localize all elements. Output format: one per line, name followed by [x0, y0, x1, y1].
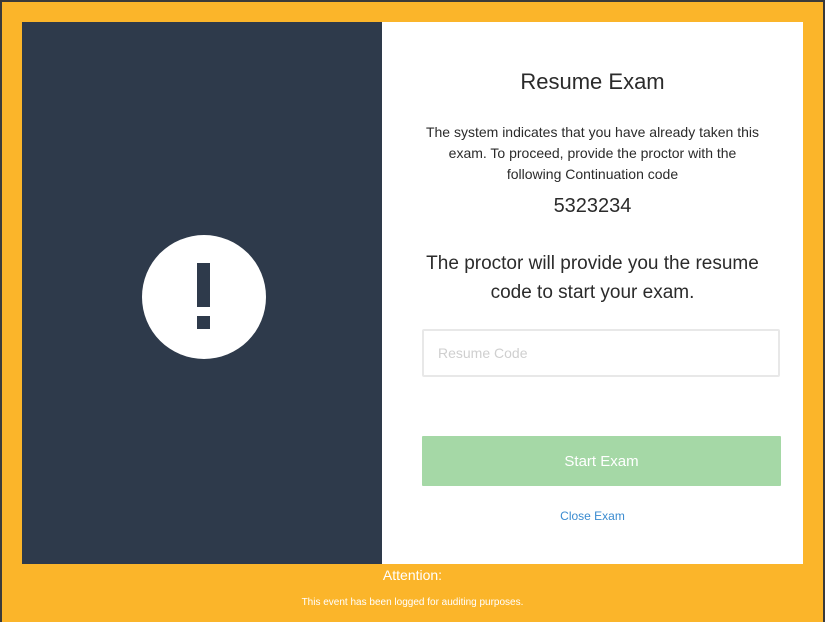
exclamation-bar	[197, 263, 210, 307]
close-exam-link[interactable]: Close Exam	[382, 509, 803, 523]
continuation-code: 5323234	[553, 195, 632, 217]
dialog-title: Resume Exam	[520, 69, 665, 94]
exclamation-dot	[197, 316, 210, 329]
attention-heading: Attention:	[382, 567, 443, 583]
attention-frame: Resume Exam The system indicates that yo…	[0, 0, 825, 622]
resume-exam-dialog: Resume Exam The system indicates that yo…	[382, 22, 803, 564]
frame-border-left	[0, 0, 2, 622]
audit-notice: This event has been logged for auditing …	[301, 597, 524, 608]
frame-border-top	[0, 0, 825, 2]
proctor-instruction: The proctor will provide you the resume …	[426, 253, 759, 303]
alert-panel	[22, 22, 382, 564]
resume-code-input[interactable]	[422, 329, 780, 377]
dialog-message: The system indicates that you have alrea…	[425, 124, 760, 182]
exclamation-icon	[142, 235, 266, 359]
start-exam-button[interactable]: Start Exam	[422, 436, 781, 486]
